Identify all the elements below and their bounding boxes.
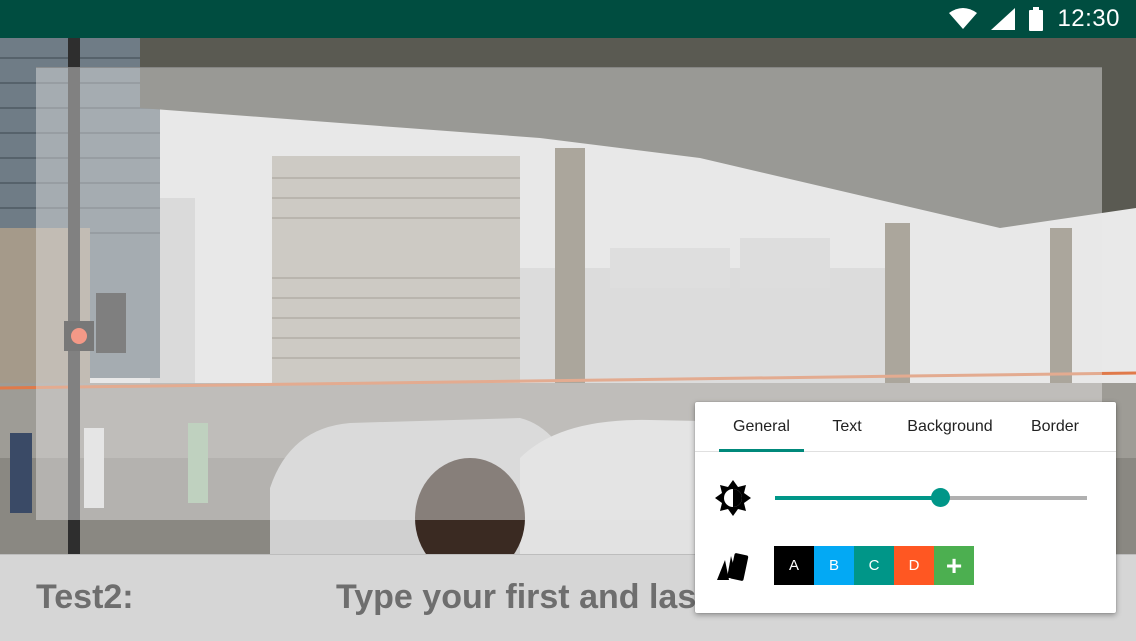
color-cards-icon — [717, 553, 749, 581]
brightness-icon — [715, 480, 751, 516]
swatch-d-button[interactable]: D — [894, 546, 934, 585]
brightness-slider[interactable] — [775, 488, 1087, 507]
status-icons: 12:30 — [949, 0, 1120, 38]
style-settings-panel: General Text Background Border A B C D + — [695, 402, 1116, 613]
clock: 12:30 — [1057, 5, 1120, 32]
cellular-signal-icon — [991, 8, 1016, 30]
name-input-field[interactable]: Type your first and last name — [336, 578, 756, 617]
swatch-b-button[interactable]: B — [814, 546, 854, 585]
add-color-button[interactable]: + — [934, 546, 974, 585]
caption-label: Test2: — [36, 578, 134, 616]
brightness-slider-thumb[interactable] — [931, 488, 951, 507]
tab-bar: General Text Background Border — [695, 402, 1116, 452]
swatch-a-button[interactable]: A — [774, 546, 814, 585]
tab-border[interactable]: Border — [1021, 402, 1089, 451]
brightness-slider-fill — [775, 496, 941, 500]
tab-text[interactable]: Text — [817, 402, 877, 451]
battery-icon — [1029, 7, 1044, 31]
tab-general[interactable]: General — [719, 402, 804, 452]
wifi-icon — [949, 8, 978, 29]
status-bar: 12:30 — [0, 0, 1136, 38]
color-swatch-row: A B C D + — [774, 546, 974, 585]
swatch-c-button[interactable]: C — [854, 546, 894, 585]
tab-background[interactable]: Background — [897, 402, 1003, 451]
